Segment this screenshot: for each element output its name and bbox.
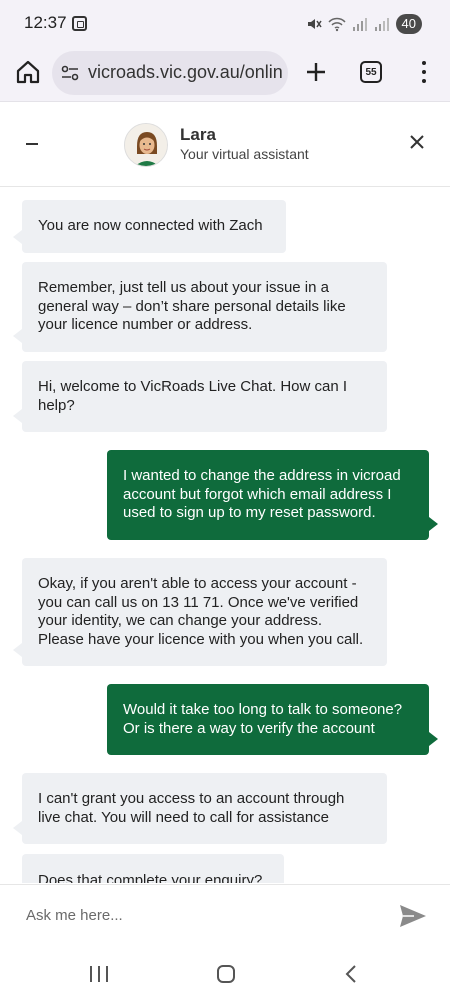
- outgoing-message: Would it take too long to talk to someon…: [107, 684, 438, 755]
- minimize-icon[interactable]: [26, 143, 38, 145]
- battery-indicator: 40: [395, 14, 422, 34]
- incoming-message: You are now connected with Zach: [13, 200, 286, 253]
- address-bar[interactable]: vicroads.vic.gov.au/onlin: [52, 51, 288, 95]
- recent-apps-icon[interactable]: [90, 966, 108, 982]
- home-icon[interactable]: [14, 58, 42, 86]
- more-menu-icon[interactable]: [414, 59, 434, 85]
- chat-header: Lara Your virtual assistant: [0, 103, 450, 187]
- tab-switcher-button[interactable]: 55: [360, 61, 382, 83]
- wifi-icon: [327, 17, 346, 32]
- url-text: vicroads.vic.gov.au/onlin: [88, 62, 283, 82]
- back-icon[interactable]: [344, 964, 358, 984]
- incoming-message: Remember, just tell us about your issue …: [13, 262, 387, 352]
- site-settings-icon[interactable]: [60, 63, 80, 83]
- agent-role: Your virtual assistant: [180, 146, 309, 162]
- screen-record-icon: [72, 16, 87, 31]
- chat-messages[interactable]: You are now connected with Zach Remember…: [0, 188, 450, 883]
- signal-icon: [352, 18, 367, 31]
- status-icons: 40: [306, 13, 422, 35]
- chat-input-bar: [0, 884, 450, 946]
- incoming-message: Hi, welcome to VicRoads Live Chat. How c…: [13, 361, 387, 432]
- incoming-message: I can't grant you access to an account t…: [13, 773, 387, 844]
- new-tab-icon[interactable]: [304, 60, 328, 84]
- system-nav-bar: [0, 946, 450, 1000]
- incoming-message: Okay, if you aren't able to access your …: [13, 558, 387, 666]
- close-icon[interactable]: [408, 133, 426, 151]
- mute-icon: [307, 19, 322, 29]
- avatar: [124, 123, 168, 167]
- status-time: 12:37: [24, 13, 67, 32]
- nav-home-icon[interactable]: [217, 965, 235, 983]
- send-icon[interactable]: [398, 903, 428, 929]
- signal-icon-2: [374, 18, 389, 31]
- message-input[interactable]: [16, 897, 376, 933]
- incoming-message: Does that complete your enquiry?: [22, 854, 284, 883]
- agent-name: Lara: [180, 125, 216, 144]
- status-bar: 12:37 40: [0, 0, 450, 46]
- browser-toolbar: vicroads.vic.gov.au/onlin 55: [0, 46, 450, 102]
- outgoing-message: I wanted to change the address in vicroa…: [107, 450, 438, 540]
